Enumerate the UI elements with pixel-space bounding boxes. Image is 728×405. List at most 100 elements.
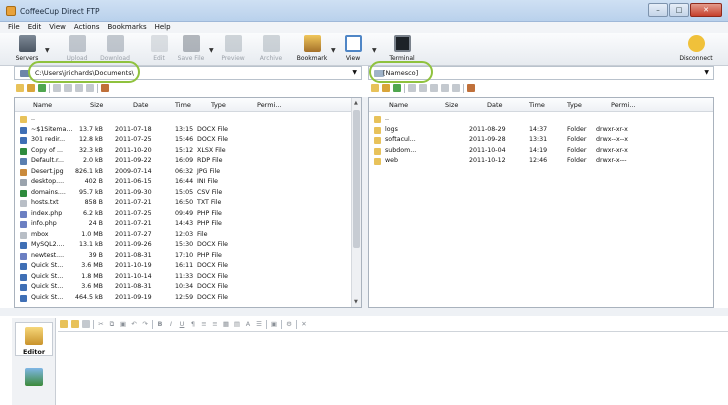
minimize-button[interactable]: – [648,3,668,17]
filter-icon[interactable] [441,84,449,92]
menu-view[interactable]: View [49,22,66,33]
bookmark-button[interactable]: Bookmark [291,35,333,65]
column-date[interactable]: Date [133,101,149,109]
scroll-down-icon[interactable]: ▼ [354,299,358,305]
save-icon[interactable] [82,320,90,328]
file-row[interactable]: ~$1Sitema... 13.7 kB 2011-07-18 13:15 DOCX F… [15,125,361,136]
rename-icon[interactable] [53,84,61,92]
close-icon[interactable]: ✕ [300,320,308,328]
column-permissions[interactable]: Permi... [257,101,282,109]
file-row[interactable]: domains.... 95.7 kB 2011-09-30 15:05 CSV Fil… [15,188,361,199]
file-row[interactable]: softacul... 2011-09-28 13:31 Folder drwx--x-… [369,135,713,146]
file-row[interactable]: MySQL2.... 13.1 kB 2011-09-26 15:30 DOCX Fil… [15,240,361,251]
column-type[interactable]: Type [211,101,226,109]
file-row[interactable]: Default.r... 2.0 kB 2011-09-22 16:09 RDP Fil… [15,156,361,167]
paragraph-icon[interactable]: ¶ [189,320,197,328]
file-row[interactable]: info.php 24 B 2011-07-21 14:43 PHP File [15,219,361,230]
file-row[interactable]: Copy of ... 32.3 kB 2011-10-20 15:12 XLSX Fi… [15,146,361,157]
view-dropdown-icon[interactable]: ▼ [372,47,377,54]
bookmark-small-icon[interactable] [101,84,109,92]
delete-icon[interactable] [430,84,438,92]
file-row[interactable]: .. [15,114,361,125]
paste-icon[interactable]: ▣ [119,320,127,328]
file-row[interactable]: mbox 1.0 MB 2011-07-27 12:03 File [15,230,361,241]
copy-icon[interactable]: ⧉ [108,320,116,329]
cut-icon[interactable]: ✂ [97,320,105,328]
scroll-up-icon[interactable]: ▲ [354,100,358,106]
column-name[interactable]: Name [389,101,408,109]
undo-icon[interactable]: ↶ [130,320,138,328]
archive-button[interactable]: Archive [250,35,292,65]
image-insert-icon[interactable]: ▤ [233,320,241,328]
file-row[interactable]: 301 redir... 12.8 kB 2011-07-25 15:46 DOCX F… [15,135,361,146]
close-button[interactable]: ✕ [690,3,722,17]
servers-dropdown-icon[interactable]: ▼ [45,47,50,54]
column-time[interactable]: Time [529,101,545,109]
file-row[interactable]: .. [369,114,713,125]
scroll-thumb[interactable] [353,110,360,248]
disconnect-button[interactable]: Disconnect [672,35,720,65]
new-folder-icon[interactable] [371,84,379,92]
file-row[interactable]: desktop.... 402 B 2011-06-15 16:44 INI File [15,177,361,188]
column-size[interactable]: Size [445,101,458,109]
menu-file[interactable]: File [8,22,20,33]
file-row[interactable]: Quick St... 3.6 MB 2011-10-19 16:11 DOCX Fil… [15,261,361,272]
remote-path-dropdown-icon[interactable]: ▼ [704,69,709,76]
file-row[interactable]: Desert.jpg 826.1 kB 2009-07-14 06:32 JPG Fil… [15,167,361,178]
italic-icon[interactable]: I [167,320,175,328]
new-folder-icon[interactable] [16,84,24,92]
editor-area[interactable] [58,331,728,405]
align-center-icon[interactable]: ≡ [211,320,219,328]
menu-help[interactable]: Help [155,22,171,33]
new-document-icon[interactable] [60,320,68,328]
local-scrollbar[interactable]: ▲ ▼ [351,98,361,307]
horizontal-splitter[interactable] [0,308,728,316]
file-row[interactable]: web 2011-10-12 12:46 Folder drwxr-x--- [369,156,713,167]
folder-up-icon[interactable] [382,84,390,92]
file-row[interactable]: subdom... 2011-10-04 14:19 Folder drwxr-xr-x [369,146,713,157]
image-viewer-tab[interactable] [15,364,53,398]
list-icon[interactable]: ☰ [255,320,263,328]
maximize-button[interactable]: □ [669,3,689,17]
open-icon[interactable] [71,320,79,328]
menu-bookmarks[interactable]: Bookmarks [107,22,146,33]
column-name[interactable]: Name [33,101,52,109]
align-left-icon[interactable]: ≡ [200,320,208,328]
file-row[interactable]: newtest.... 39 B 2011-08-31 17:10 PHP File [15,251,361,262]
menu-edit[interactable]: Edit [28,22,42,33]
folder-up-icon[interactable] [27,84,35,92]
file-row[interactable]: index.php 6.2 kB 2011-07-25 09:49 PHP File [15,209,361,220]
underline-icon[interactable]: U [178,320,186,328]
refresh-icon[interactable] [38,84,46,92]
preview-button[interactable]: Preview [212,35,254,65]
save-file-button[interactable]: Save File [170,35,212,65]
column-type[interactable]: Type [567,101,582,109]
settings-icon[interactable]: ⚙ [285,320,293,328]
file-row[interactable]: hosts.txt 858 B 2011-07-21 16:50 TXT File [15,198,361,209]
editor-tab[interactable]: Editor [15,322,53,356]
table-icon[interactable]: ▦ [222,320,230,328]
chmod-icon[interactable] [452,84,460,92]
column-size[interactable]: Size [90,101,103,109]
redo-icon[interactable]: ↷ [141,320,149,328]
bold-icon[interactable]: B [156,320,164,328]
menu-actions[interactable]: Actions [74,22,100,33]
file-row[interactable]: Quick St... 3.6 MB 2011-08-31 10:34 DOCX Fil… [15,282,361,293]
view-button[interactable]: View [332,35,374,65]
properties-icon[interactable] [419,84,427,92]
file-row[interactable]: Quick St... 464.5 kB 2011-09-19 12:59 DOCX F… [15,293,361,304]
properties-icon[interactable] [64,84,72,92]
local-path-dropdown-icon[interactable]: ▼ [352,69,357,76]
rename-icon[interactable] [408,84,416,92]
font-icon[interactable]: A [244,320,252,328]
column-time[interactable]: Time [175,101,191,109]
file-row[interactable]: Quick St... 1.8 MB 2011-10-14 11:33 DOCX Fil… [15,272,361,283]
preview-icon[interactable]: ▣ [270,320,278,328]
filter-icon[interactable] [86,84,94,92]
column-date[interactable]: Date [487,101,503,109]
file-row[interactable]: logs 2011-08-29 14:37 Folder drwxr-xr-x [369,125,713,136]
bookmark-small-icon[interactable] [467,84,475,92]
delete-icon[interactable] [75,84,83,92]
refresh-icon[interactable] [393,84,401,92]
column-permissions[interactable]: Permi... [611,101,636,109]
